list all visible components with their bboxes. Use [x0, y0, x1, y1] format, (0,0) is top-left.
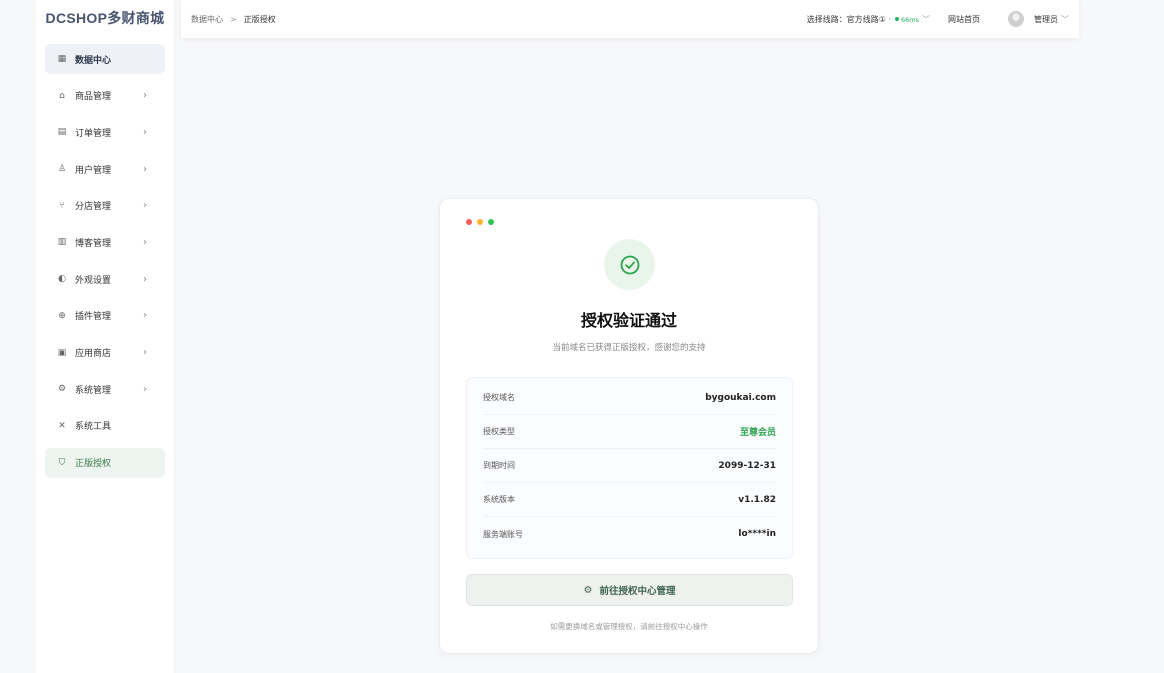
sidebar-item-label: 分店管理 [75, 202, 112, 213]
sidebar-item-label: 用户管理 [75, 165, 112, 176]
store-icon: ▣ [57, 347, 67, 358]
plugin-icon: ⊕ [58, 310, 66, 321]
manage-license-button[interactable]: ⚙ 前往授权中心管理 [466, 574, 793, 606]
shield-check-icon: ⛉ [58, 457, 66, 468]
info-key: 服务端账号 [483, 529, 523, 539]
sidebar-menu: ▦ 数据中心 ⌂ 商品管理 › ▤ 订单管理 › ♙ 用户管理 › ⑂ 分店管理… [36, 36, 174, 492]
settings-icon: ⚙ [57, 384, 67, 395]
red-dot-icon [466, 219, 472, 225]
branch-icon: ⑂ [59, 200, 65, 211]
chevron-right-icon: › [143, 310, 147, 322]
avatar[interactable] [1008, 11, 1024, 27]
sidebar-item-system[interactable]: ⚙ 系统管理 › [45, 374, 165, 404]
sidebar-item-label: 博客管理 [75, 238, 112, 249]
info-key: 授权域名 [483, 393, 515, 402]
dashboard-icon: ▦ [57, 54, 67, 64]
chevron-right-icon: › [143, 90, 147, 102]
info-key: 到期时间 [483, 461, 515, 470]
document-icon: ▥ [57, 237, 67, 248]
shopping-bag-icon: ⌂ [59, 90, 65, 101]
check-circle-icon [604, 239, 655, 290]
yellow-dot-icon [477, 219, 483, 225]
info-value: 2099-12-31 [718, 460, 776, 471]
info-row-expiry: 到期时间 2099-12-31 [483, 449, 776, 483]
sidebar-item-label: 商品管理 [75, 92, 112, 103]
order-list-icon: ▤ [57, 127, 67, 138]
top-bar: 数据中心 > 正版授权 选择线路：官方线路① · 66ms ﹀ 网站首页 管理员 ﹀ [181, 0, 1079, 38]
card-subtitle: 当前域名已获得正版授权，感谢您的支持 [552, 343, 706, 353]
sidebar-item-branches[interactable]: ⑂ 分店管理 › [45, 191, 165, 221]
chevron-right-icon: › [143, 273, 147, 285]
sidebar-item-tools[interactable]: ✕ 系统工具 [45, 411, 165, 441]
sidebar-item-label: 插件管理 [75, 312, 112, 323]
info-row-domain: 授权域名 bygoukai.com [483, 381, 776, 415]
info-value: bygoukai.com [705, 392, 776, 403]
green-dot-icon [488, 219, 494, 225]
card-title: 授权验证通过 [580, 311, 677, 330]
status-dot-icon [895, 16, 899, 21]
chevron-right-icon: › [143, 347, 147, 358]
chevron-right-icon: › [143, 383, 147, 395]
chevron-down-icon: ﹀ [1061, 14, 1069, 24]
chevron-right-icon: › [143, 200, 147, 212]
sidebar-item-label: 应用商店 [75, 349, 112, 359]
sidebar-item-label: 外观设置 [75, 275, 112, 286]
chevron-right-icon: › [143, 236, 147, 248]
sidebar-item-label: 系统管理 [75, 385, 112, 396]
info-key: 系统版本 [483, 495, 515, 504]
sidebar-item-label: 订单管理 [75, 128, 112, 139]
brand-logo[interactable]: DCSHOP多财商城 [36, 0, 174, 36]
sidebar-item-products[interactable]: ⌂ 商品管理 › [45, 81, 165, 111]
route-selector[interactable]: 选择线路：官方线路① · 66ms ﹀ [807, 14, 930, 25]
info-value: 至尊会员 [739, 428, 776, 438]
sidebar-item-blog[interactable]: ▥ 博客管理 › [45, 227, 165, 257]
sidebar-item-label: 正版授权 [75, 459, 112, 470]
license-info-box: 授权域名 bygoukai.com 授权类型 至尊会员 到期时间 2099-12… [466, 377, 793, 559]
info-icon: · [885, 14, 891, 24]
gear-icon: ⚙ [583, 584, 593, 596]
admin-menu[interactable]: 管理员 ﹀ [1034, 14, 1069, 25]
sidebar-item-users[interactable]: ♙ 用户管理 › [45, 154, 165, 184]
sidebar-item-license[interactable]: ⛉ 正版授权 [45, 447, 165, 478]
top-right-controls: 选择线路：官方线路① · 66ms ﹀ 网站首页 管理员 ﹀ [807, 11, 1069, 27]
info-row-type: 授权类型 至尊会员 [483, 415, 776, 449]
sidebar-item-app-store[interactable]: ▣ 应用商店 › [45, 338, 165, 368]
window-dots [466, 219, 494, 225]
chevron-down-icon: ﹀ [922, 14, 930, 24]
sidebar-item-orders[interactable]: ▤ 订单管理 › [45, 117, 165, 147]
admin-name: 管理员 [1034, 14, 1058, 24]
sidebar-item-plugins[interactable]: ⊕ 插件管理 › [45, 301, 165, 331]
breadcrumb-current: 正版授权 [243, 14, 276, 24]
route-label: 选择线路： [806, 14, 847, 24]
info-value: v1.1.82 [738, 494, 776, 505]
info-value: lo****in [738, 529, 776, 539]
manage-license-label: 前往授权中心管理 [599, 586, 676, 597]
license-card: 授权验证通过 当前域名已获得正版授权，感谢您的支持 授权域名 bygoukai.… [439, 198, 819, 654]
sidebar-item-data-center[interactable]: ▦ 数据中心 [45, 44, 165, 74]
breadcrumb-root[interactable]: 数据中心 [191, 14, 223, 25]
sidebar-item-appearance[interactable]: ◐ 外观设置 › [45, 264, 165, 294]
footnote: 如需更换域名或管理授权，请前往授权中心操作 [550, 622, 708, 631]
route-latency: 66ms [901, 15, 919, 24]
info-row-account: 服务端账号 lo****in [483, 517, 776, 551]
palette-icon: ◐ [58, 274, 66, 285]
sidebar-item-label: 系统工具 [75, 422, 112, 433]
sidebar-item-label: 数据中心 [75, 55, 112, 66]
site-home-link[interactable]: 网站首页 [948, 14, 980, 25]
user-icon: ♙ [57, 164, 67, 175]
chevron-right-icon: › [143, 163, 147, 175]
info-row-version: 系统版本 v1.1.82 [483, 483, 776, 517]
chevron-right-icon: › [143, 126, 147, 138]
route-name: 官方线路① [846, 14, 886, 24]
tools-icon: ✕ [58, 420, 66, 431]
info-key: 授权类型 [483, 427, 515, 436]
breadcrumb-separator: > [230, 14, 237, 24]
sidebar: DCSHOP多财商城 ▦ 数据中心 ⌂ 商品管理 › ▤ 订单管理 › ♙ 用户… [36, 0, 175, 673]
